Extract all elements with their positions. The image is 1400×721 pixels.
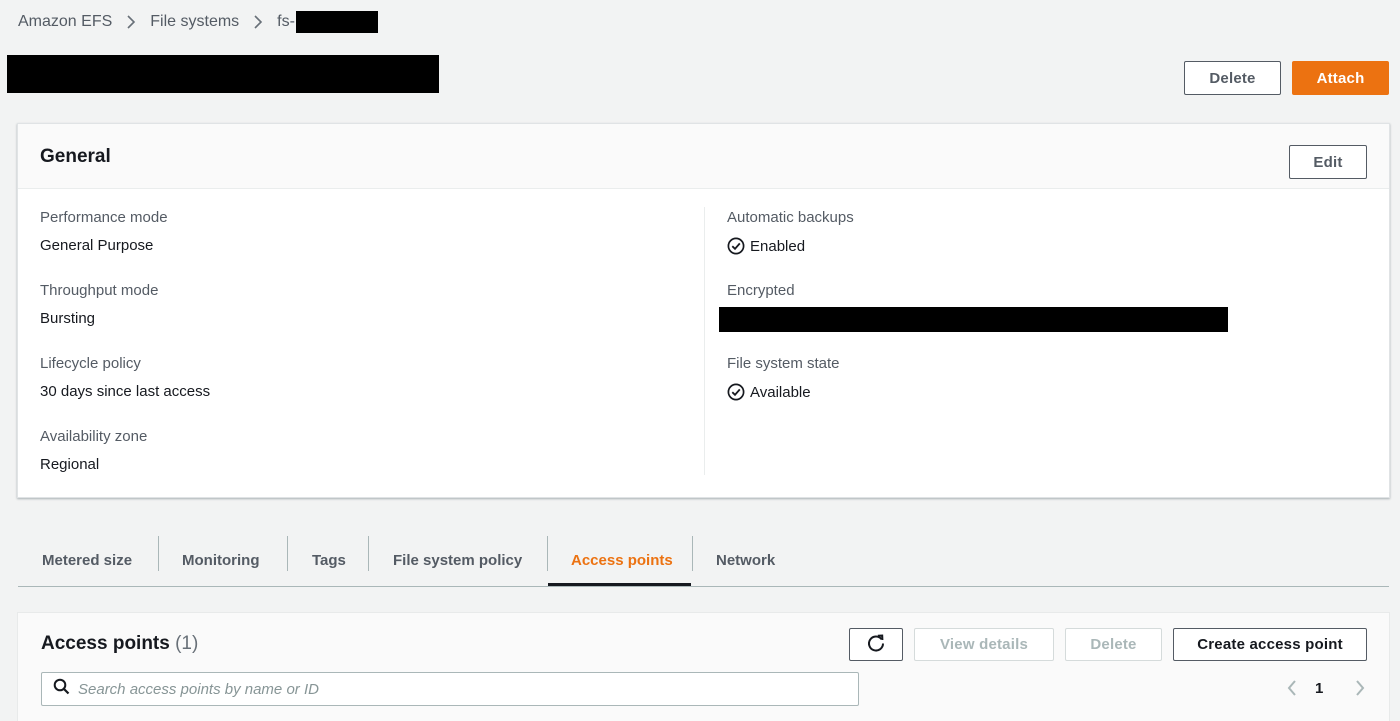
file-system-state-value: Available bbox=[727, 383, 811, 401]
breadcrumb: Amazon EFS File systems fs- bbox=[18, 10, 378, 34]
detail-tabs: Metered size Monitoring Tags File system… bbox=[18, 535, 1389, 587]
automatic-backups-value: Enabled bbox=[727, 237, 805, 255]
lifecycle-policy-label: Lifecycle policy bbox=[40, 355, 141, 372]
refresh-button[interactable] bbox=[849, 628, 903, 661]
automatic-backups-text: Enabled bbox=[750, 237, 806, 255]
general-panel: General Edit Performance mode General Pu… bbox=[17, 123, 1390, 498]
delete-access-point-button[interactable]: Delete bbox=[1065, 628, 1162, 661]
chevron-right-icon bbox=[253, 15, 263, 29]
breadcrumb-item-amazon-efs[interactable]: Amazon EFS bbox=[18, 13, 112, 31]
performance-mode-value: General Purpose bbox=[40, 237, 154, 254]
access-points-heading: Access points (1) bbox=[41, 633, 198, 655]
availability-zone-label: Availability zone bbox=[40, 428, 148, 445]
performance-mode-label: Performance mode bbox=[40, 209, 168, 226]
tab-separator bbox=[368, 536, 369, 571]
next-page-button[interactable] bbox=[1354, 679, 1366, 702]
tab-tags[interactable]: Tags bbox=[312, 535, 346, 586]
search-input[interactable] bbox=[78, 680, 838, 698]
access-points-count: (1) bbox=[175, 633, 199, 654]
throughput-mode-label: Throughput mode bbox=[40, 282, 159, 299]
attach-button[interactable]: Attach bbox=[1292, 61, 1389, 95]
active-tab-indicator bbox=[548, 583, 691, 586]
redacted-id bbox=[295, 11, 378, 33]
tab-monitoring[interactable]: Monitoring bbox=[182, 535, 259, 586]
general-panel-header: General Edit bbox=[18, 124, 1389, 189]
tab-file-system-policy[interactable]: File system policy bbox=[393, 535, 522, 586]
check-circle-icon bbox=[727, 237, 745, 255]
breadcrumb-item-current: fs- bbox=[277, 13, 295, 30]
general-title: General bbox=[40, 146, 111, 167]
chevron-left-icon bbox=[1286, 679, 1298, 702]
lifecycle-policy-value: 30 days since last access bbox=[40, 383, 211, 400]
availability-zone-value: Regional bbox=[40, 456, 100, 473]
edit-button[interactable]: Edit bbox=[1289, 145, 1367, 179]
file-system-state-label: File system state bbox=[727, 355, 840, 372]
tab-separator bbox=[547, 536, 548, 571]
tab-access-points[interactable]: Access points bbox=[571, 535, 673, 586]
search-box bbox=[41, 672, 859, 706]
page-number[interactable]: 1 bbox=[1315, 680, 1323, 697]
encrypted-label: Encrypted bbox=[727, 282, 795, 299]
tab-metered-size[interactable]: Metered size bbox=[42, 535, 132, 586]
create-access-point-button[interactable]: Create access point bbox=[1173, 628, 1367, 661]
breadcrumb-item-file-systems[interactable]: File systems bbox=[150, 13, 239, 31]
check-circle-icon bbox=[727, 383, 745, 401]
tab-separator bbox=[287, 536, 288, 571]
search-icon bbox=[53, 678, 70, 700]
view-details-button[interactable]: View details bbox=[914, 628, 1054, 661]
tab-separator bbox=[158, 536, 159, 571]
tab-network[interactable]: Network bbox=[716, 535, 775, 586]
access-points-panel: Access points (1) View details Delete Cr… bbox=[17, 612, 1390, 721]
chevron-right-icon bbox=[1354, 679, 1366, 702]
encrypted-value-redacted bbox=[719, 307, 1228, 332]
delete-button[interactable]: Delete bbox=[1184, 61, 1281, 95]
page-title-redacted bbox=[7, 55, 439, 93]
refresh-icon bbox=[866, 633, 886, 657]
file-system-state-text: Available bbox=[750, 383, 811, 401]
automatic-backups-label: Automatic backups bbox=[727, 209, 854, 226]
throughput-mode-value: Bursting bbox=[40, 310, 96, 327]
access-points-title: Access points bbox=[41, 633, 170, 654]
previous-page-button[interactable] bbox=[1286, 679, 1298, 702]
chevron-right-icon bbox=[126, 15, 136, 29]
column-divider bbox=[704, 207, 705, 475]
tab-separator bbox=[692, 536, 693, 571]
